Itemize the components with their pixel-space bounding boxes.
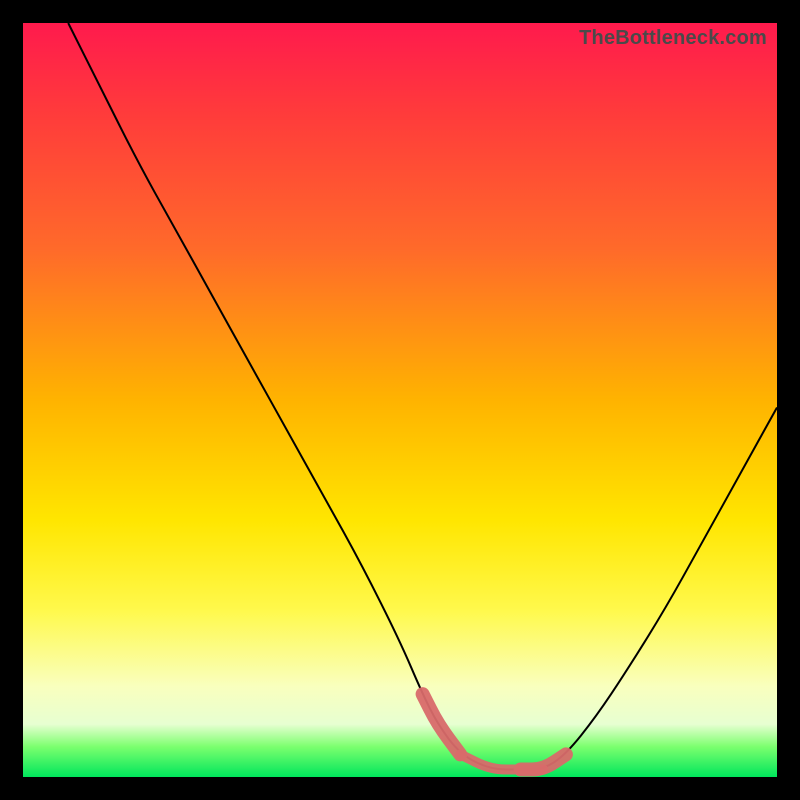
- highlight-segment-right: [521, 754, 566, 769]
- plot-area: TheBottleneck.com: [23, 23, 777, 777]
- bottleneck-curve: [68, 23, 777, 770]
- chart-frame: TheBottleneck.com: [0, 0, 800, 800]
- highlight-segment-left: [423, 694, 461, 754]
- plot-svg: [23, 23, 777, 777]
